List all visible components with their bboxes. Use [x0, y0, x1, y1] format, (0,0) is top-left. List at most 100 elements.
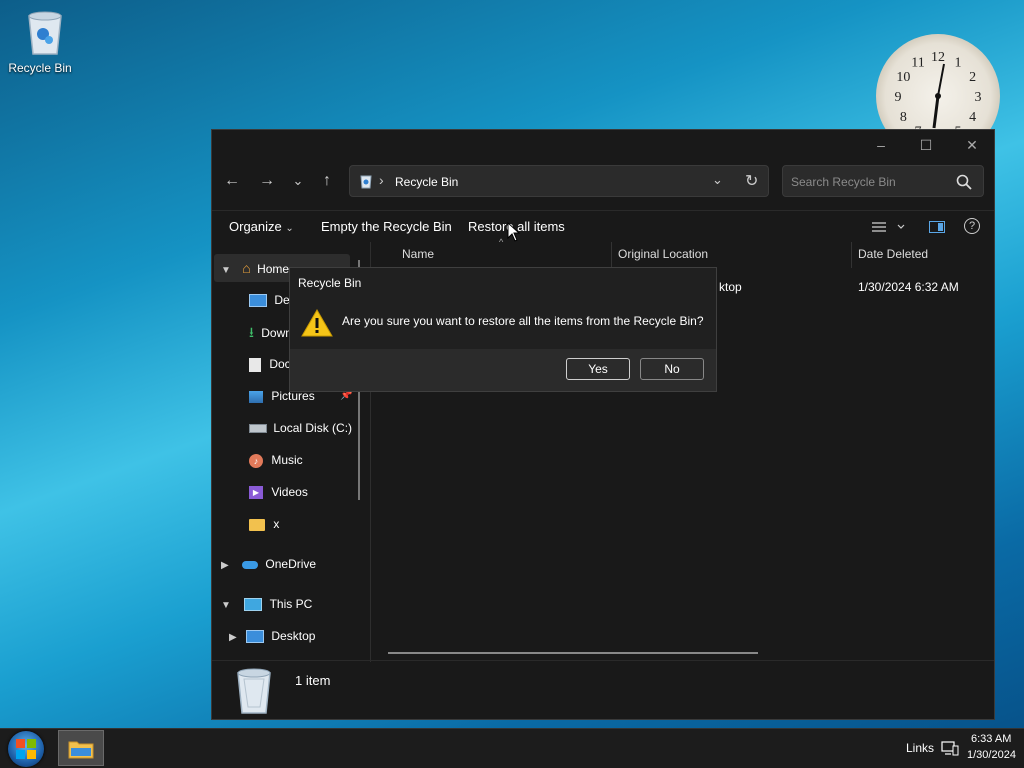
column-header-original-location[interactable]: Original Location	[618, 247, 708, 261]
chevron-right-icon: ▶	[229, 632, 237, 643]
navigation-row: ← → ⌄ ↑ › Recycle Bin ⌄ ↻ Search Recycle…	[212, 165, 994, 199]
recycle-bin-icon	[28, 11, 62, 55]
recycle-bin-icon	[360, 175, 372, 189]
column-header-name[interactable]: Name	[402, 247, 434, 261]
chevron-down-icon: ▼	[221, 265, 231, 276]
search-input[interactable]: Search Recycle Bin	[791, 175, 896, 189]
sidebar-item-local-disk[interactable]: Local Disk (C:)	[249, 414, 352, 442]
column-divider	[851, 242, 852, 268]
clock-date[interactable]: 1/30/2024	[967, 749, 1016, 761]
clock-time[interactable]: 6:33 AM	[971, 733, 1011, 745]
sidebar-item-label: This PC	[269, 597, 313, 611]
sidebar-item-label: x	[273, 517, 280, 531]
sidebar-item-label: Home	[257, 262, 290, 276]
back-button[interactable]: ←	[221, 171, 243, 191]
sort-indicator-icon: ^	[499, 237, 504, 247]
clock-numeral: 1	[955, 55, 962, 70]
desktop-recycle-bin[interactable]: Recycle Bin	[8, 8, 72, 75]
forward-button[interactable]: →	[256, 171, 278, 191]
clock-numeral: 8	[900, 110, 907, 125]
help-icon[interactable]: ?	[964, 218, 980, 234]
pictures-icon	[249, 390, 263, 403]
sidebar-item-this-pc[interactable]: ▼ This PC	[221, 590, 312, 618]
preview-pane-icon[interactable]	[929, 221, 945, 233]
clock-numeral: 4	[969, 110, 976, 125]
organize-button[interactable]: Organize ⌄	[229, 219, 294, 234]
recent-locations-button[interactable]: ⌄	[287, 171, 309, 191]
hour-hand	[932, 95, 940, 129]
address-bar[interactable]: › Recycle Bin ⌄ ↻	[349, 165, 769, 197]
sidebar-item-label: Desktop	[271, 629, 316, 643]
refresh-button[interactable]: ↻	[745, 171, 758, 191]
desktop-folder-icon	[246, 630, 265, 644]
sidebar-item-label: OneDrive	[265, 557, 317, 571]
clock-numeral: 9	[895, 90, 902, 105]
up-button[interactable]: ↑	[316, 171, 338, 191]
no-button[interactable]: No	[640, 358, 704, 380]
music-icon: ♪	[249, 453, 263, 468]
explorer-window: – ☐ ✕ ← → ⌄ ↑ › Recycle Bin ⌄ ↻ Search R…	[211, 129, 995, 720]
sidebar-item-onedrive[interactable]: ▶ OneDrive	[221, 550, 316, 578]
title-bar: – ☐ ✕	[212, 130, 994, 160]
empty-recycle-bin-button[interactable]: Empty the Recycle Bin	[321, 219, 452, 234]
restore-confirm-dialog: Recycle Bin Are you sure you want to res…	[289, 267, 717, 392]
close-button[interactable]: ✕	[957, 134, 987, 156]
network-icon[interactable]	[941, 740, 959, 756]
desktop-folder-icon	[249, 294, 267, 308]
links-toolbar[interactable]: Links	[906, 741, 934, 755]
search-box[interactable]: Search Recycle Bin	[782, 165, 984, 197]
chevron-right-icon: ▶	[221, 560, 229, 571]
sidebar-item-x[interactable]: x	[249, 510, 279, 538]
breadcrumb-separator: ›	[379, 172, 384, 188]
column-header-date-deleted[interactable]: Date Deleted	[858, 247, 928, 261]
minute-hand	[937, 63, 945, 97]
clock-numeral: 3	[975, 90, 982, 105]
organize-label: Organize	[229, 219, 282, 234]
view-options-icon[interactable]	[872, 221, 906, 235]
clock-numeral: 10	[896, 70, 910, 85]
clock-numeral: 2	[969, 70, 976, 85]
clock-numeral: 12	[931, 50, 945, 65]
clock-numeral: 11	[911, 55, 924, 70]
column-divider	[611, 242, 612, 268]
command-bar: Organize ⌄ Empty the Recycle Bin Restore…	[212, 210, 994, 243]
chevron-down-icon: ⌄	[285, 223, 294, 234]
warning-icon	[301, 308, 333, 337]
taskbar-file-explorer[interactable]	[58, 730, 104, 766]
row-date-deleted: 1/30/2024 6:32 AM	[858, 280, 959, 294]
sidebar-item-label: Videos	[271, 485, 308, 499]
computer-icon	[244, 598, 263, 612]
cloud-icon	[242, 560, 259, 569]
taskbar: Links 6:33 AM 1/30/2024	[0, 728, 1024, 768]
address-location[interactable]: Recycle Bin	[395, 175, 458, 189]
search-icon[interactable]	[956, 174, 972, 190]
dialog-footer: Yes No	[290, 349, 716, 391]
sidebar-item-this-pc-desktop[interactable]: ▶ Desktop	[229, 622, 315, 650]
status-bar: 1 item	[212, 660, 994, 719]
yes-button[interactable]: Yes	[566, 358, 630, 380]
sidebar-item-label: Local Disk (C:)	[273, 421, 353, 435]
maximize-button[interactable]: ☐	[911, 134, 941, 156]
dialog-title: Recycle Bin	[298, 276, 362, 290]
sidebar-item-home[interactable]: ▼ ⌂ Home	[221, 254, 289, 282]
download-icon: ⭳	[249, 324, 254, 340]
sidebar-item-music[interactable]: ♪ Music	[249, 446, 303, 474]
recycle-bin-icon	[237, 668, 271, 714]
dialog-message: Are you sure you want to restore all the…	[342, 314, 704, 328]
chevron-down-icon: ▼	[221, 600, 231, 611]
mouse-cursor-icon	[507, 222, 521, 242]
horizontal-scrollbar[interactable]	[388, 652, 758, 654]
document-icon	[249, 357, 261, 372]
item-count: 1 item	[295, 673, 331, 688]
folder-icon	[249, 518, 265, 531]
desktop-recycle-bin-label: Recycle Bin	[8, 61, 72, 75]
address-dropdown-icon[interactable]: ⌄	[712, 172, 723, 188]
row-original-location: ktop	[719, 280, 742, 294]
sidebar-item-label: Music	[271, 453, 303, 467]
videos-icon: ▶	[249, 486, 263, 500]
sidebar-item-videos[interactable]: ▶ Videos	[249, 478, 308, 506]
windows-logo-icon	[16, 739, 36, 759]
minimize-button[interactable]: –	[866, 134, 896, 156]
start-button[interactable]	[8, 731, 44, 767]
drive-icon	[249, 424, 267, 434]
